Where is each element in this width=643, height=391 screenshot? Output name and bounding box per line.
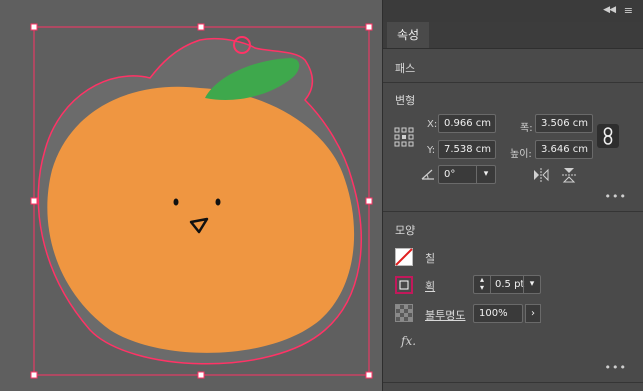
handle-middle-left [30,197,38,205]
stroke-weight-field[interactable]: ▴ ▾ 0.5 pt ▾ [473,275,541,294]
y-position-field[interactable]: 7.538 cm [438,140,496,159]
opacity-checker-icon [395,304,413,325]
x-position-field[interactable]: 0.966 cm [438,114,496,133]
height-field[interactable]: 3.646 cm [535,140,593,159]
fx-effects-icon[interactable]: fx. [401,334,416,348]
reference-point-grid-icon[interactable] [394,127,414,150]
panel-top-bar: ◀◀ ≡ [383,0,643,23]
appearance-more-options-icon[interactable]: ••• [605,361,627,374]
x-label: X: [427,119,438,130]
transform-section-title: 변형 [395,94,416,107]
handle-top-center [197,23,205,31]
handle-bottom-left [30,371,38,379]
rotate-dropdown-chevron-icon[interactable]: ▾ [476,166,495,183]
height-label: 높이: [510,149,532,160]
width-label: 폭: [520,123,533,134]
left-eye [173,198,179,206]
collapse-panel-icon[interactable]: ◀◀ [603,5,616,15]
flip-vertical-icon[interactable] [562,167,576,186]
right-eye [215,198,221,206]
tab-properties[interactable]: 속성 [387,22,430,48]
rotate-field[interactable]: 0° ▾ [438,165,496,184]
transform-more-options-icon[interactable]: ••• [605,190,627,203]
divider [383,211,643,212]
handle-bottom-center [197,371,205,379]
appearance-section-title: 모양 [395,224,416,237]
path-section-title: 패스 [395,62,416,75]
artboard-canvas[interactable] [0,0,382,391]
stroke-label[interactable]: 획 [425,278,435,294]
properties-panel: ◀◀ ≡ 속성 패스 변형 X: 0.966 cm Y: 7.538 cm 폭:… [382,0,643,391]
handle-top-left [30,23,38,31]
y-label: Y: [427,145,436,156]
handle-middle-right [365,197,373,205]
panel-menu-icon[interactable]: ≡ [624,4,633,17]
divider [383,382,643,383]
handle-bottom-right [365,371,373,379]
flip-horizontal-icon[interactable] [533,168,549,185]
stroke-weight-dropdown-chevron-icon[interactable]: ▾ [523,276,540,293]
handle-top-right [365,23,373,31]
rotate-value: 0° [444,169,456,180]
opacity-field[interactable]: 100% [473,304,523,323]
fill-none-swatch-icon[interactable] [395,248,413,269]
divider [383,82,643,83]
width-field[interactable]: 3.506 cm [535,114,593,133]
rotate-angle-icon [421,168,435,183]
opacity-slider-chevron-icon[interactable]: › [525,304,541,323]
stroke-weight-value: 0.5 pt [495,279,525,290]
artwork-svg[interactable] [0,0,382,391]
constrain-proportions-link-icon[interactable] [597,124,619,148]
opacity-label[interactable]: 불투명도 [425,307,465,323]
stroke-weight-stepper-icon[interactable]: ▴ ▾ [474,276,491,293]
stroke-swatch-icon[interactable] [395,276,413,297]
panel-tab-bar: 속성 [383,22,643,49]
fill-label: 칠 [425,252,436,265]
